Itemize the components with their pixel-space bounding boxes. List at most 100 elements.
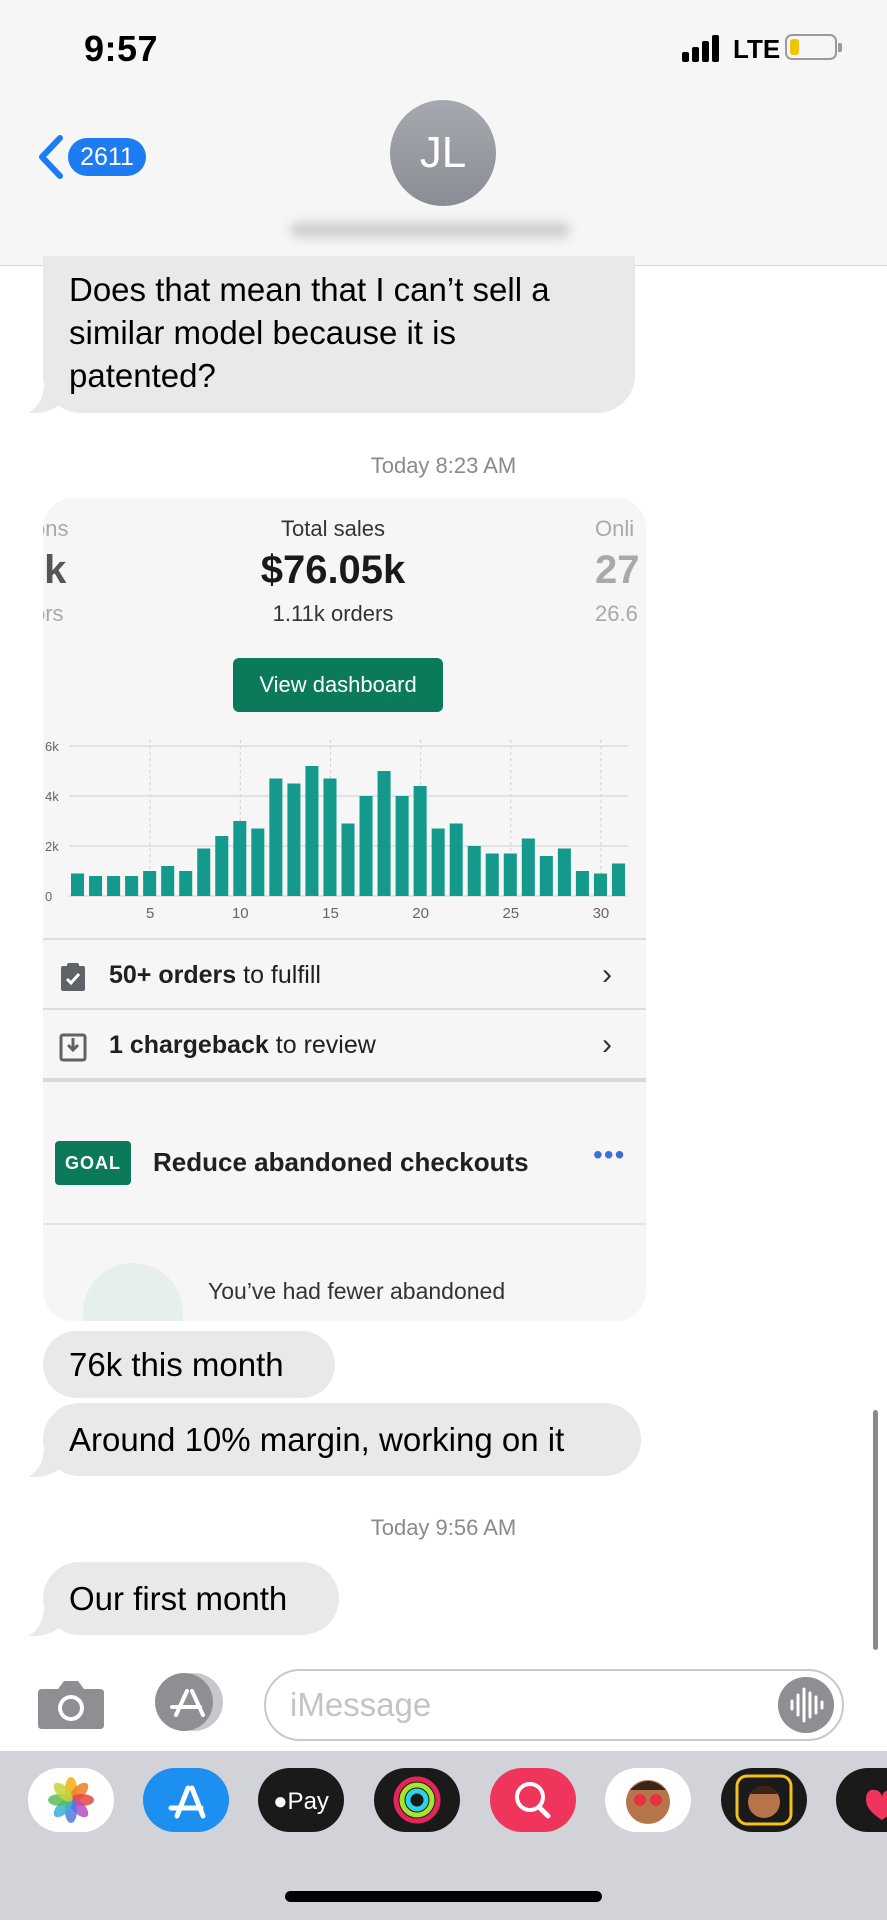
chart-bar <box>557 848 571 896</box>
chart-bar <box>431 828 445 896</box>
chevron-right-icon: › <box>602 1028 612 1061</box>
message-bubble-received[interactable]: Does that mean that I can’t sell a simil… <box>43 256 635 413</box>
message-bubble-received[interactable]: Around 10% margin, working on it <box>43 1403 641 1476</box>
chart-bar <box>395 796 409 896</box>
message-bubble-received[interactable]: Our first month <box>43 1562 339 1635</box>
y-tick-label: 4k <box>45 789 59 804</box>
battery-icon <box>785 34 842 60</box>
audio-waveform-icon[interactable] <box>778 1677 834 1733</box>
message-timestamp: Today 9:56 AM <box>370 1515 517 1540</box>
chart-bar <box>89 876 103 896</box>
orders-to-fulfill-row: 50+ orders to fulfill › <box>43 938 646 1008</box>
chargeback-to-review-row: 1 chargeback to review › <box>43 1008 646 1078</box>
digital-touch-app-icon[interactable] <box>836 1768 887 1832</box>
chevron-right-icon: › <box>602 958 612 991</box>
chart-bar <box>467 846 481 896</box>
camera-icon[interactable] <box>36 1675 106 1731</box>
download-tray-icon <box>59 1033 87 1062</box>
chart-bar <box>521 838 535 896</box>
task-text: to review <box>268 1031 376 1059</box>
app-store-icon[interactable] <box>150 1671 228 1733</box>
more-options-icon: ••• <box>593 1139 626 1170</box>
contact-avatar[interactable]: JL <box>390 100 496 206</box>
stat-sub: 26.6 <box>595 601 638 626</box>
stat-right: Onli 27 26.6 <box>595 512 646 634</box>
animoji-app-icon[interactable] <box>721 1768 807 1832</box>
message-input[interactable] <box>290 1681 770 1729</box>
x-tick-label: 10 <box>232 905 249 922</box>
stat-value: $76.05k <box>260 548 406 592</box>
chart-bar <box>251 828 265 896</box>
view-dashboard-button: View dashboard <box>233 658 443 712</box>
x-tick-label: 30 <box>593 905 610 922</box>
memoji-stickers-app-icon[interactable] <box>605 1768 691 1832</box>
apple-pay-app-icon[interactable]: ●Pay <box>258 1768 344 1832</box>
chart-bar <box>107 876 121 896</box>
message-timestamp: Today 8:23 AM <box>370 453 517 478</box>
chart-bar <box>485 853 499 896</box>
chart-bar <box>575 871 589 896</box>
chart-bar <box>215 836 229 896</box>
x-tick-label: 15 <box>322 905 339 922</box>
section-divider <box>43 1078 646 1103</box>
chevron-left-icon <box>39 135 63 179</box>
back-button[interactable]: 2611 <box>34 134 146 180</box>
unread-count-badge: 2611 <box>68 138 146 176</box>
web-search-app-icon[interactable] <box>490 1768 576 1832</box>
goal-illustration-icon <box>83 1263 183 1321</box>
stat-sub: 1.11k orders <box>272 601 394 626</box>
fitness-app-icon[interactable] <box>374 1768 460 1832</box>
clipboard-check-icon <box>61 963 85 991</box>
chart-bar <box>71 873 85 896</box>
shared-image-sales-dashboard[interactable]: ons lk ors Total sales $76.05k 1.11k ord… <box>43 498 646 1321</box>
task-count: 50+ orders <box>109 961 237 989</box>
chart-bar <box>593 873 607 896</box>
cellular-signal-icon <box>682 34 722 62</box>
chart-bar <box>161 866 175 896</box>
stat-left: ons lk ors <box>43 512 93 634</box>
status-bar: 9:57 LTE <box>0 0 887 100</box>
divider <box>43 1223 646 1225</box>
chart-bar <box>377 771 391 896</box>
chart-bar <box>539 856 553 896</box>
message-text-line: similar model because it is <box>69 314 456 351</box>
conversation-header: 2611 JL <box>0 100 887 266</box>
chart-bar <box>197 848 211 896</box>
goal-badge: GOAL <box>55 1141 131 1185</box>
photos-app-icon[interactable] <box>28 1768 114 1832</box>
message-text-line: patented? <box>69 357 216 394</box>
scroll-indicator[interactable] <box>873 1410 878 1650</box>
goal-title: Reduce abandoned checkouts <box>153 1147 529 1177</box>
stat-value: lk <box>43 548 67 592</box>
chart-bar <box>341 823 355 896</box>
chart-bar <box>269 778 283 896</box>
stat-value: 27 <box>595 548 640 592</box>
chart-bar <box>143 871 157 896</box>
app-store-app-icon[interactable] <box>143 1768 229 1832</box>
chart-bar <box>503 853 517 896</box>
chart-bar <box>233 821 247 896</box>
bubble-tail <box>28 386 58 414</box>
status-time: 9:57 <box>84 28 159 69</box>
composer-bar <box>0 1655 887 1751</box>
chart-bar <box>287 783 301 896</box>
chart-bar <box>305 766 319 896</box>
contact-name-redacted[interactable] <box>290 218 570 244</box>
message-bubble-received[interactable]: 76k this month <box>43 1331 335 1398</box>
y-tick-label: 2k <box>45 839 59 854</box>
bubble-tail <box>28 1450 58 1478</box>
home-indicator[interactable] <box>285 1891 602 1902</box>
x-tick-label: 20 <box>412 905 429 922</box>
goal-description: You’ve had fewer abandoned <box>208 1278 506 1304</box>
x-tick-label: 25 <box>502 905 519 922</box>
chart-bar <box>125 876 139 896</box>
y-tick-label: 6k <box>45 739 59 754</box>
message-text-line: Does that mean that I can’t sell a <box>69 271 550 308</box>
task-text: to fulfill <box>236 961 321 989</box>
goal-card: GOAL Reduce abandoned checkouts ••• You’… <box>43 1103 646 1321</box>
stat-sub: ors <box>43 601 64 626</box>
bubble-tail <box>28 1609 58 1637</box>
chart-bar <box>179 871 193 896</box>
network-type: LTE <box>733 34 781 64</box>
message-input-field[interactable] <box>264 1669 844 1741</box>
